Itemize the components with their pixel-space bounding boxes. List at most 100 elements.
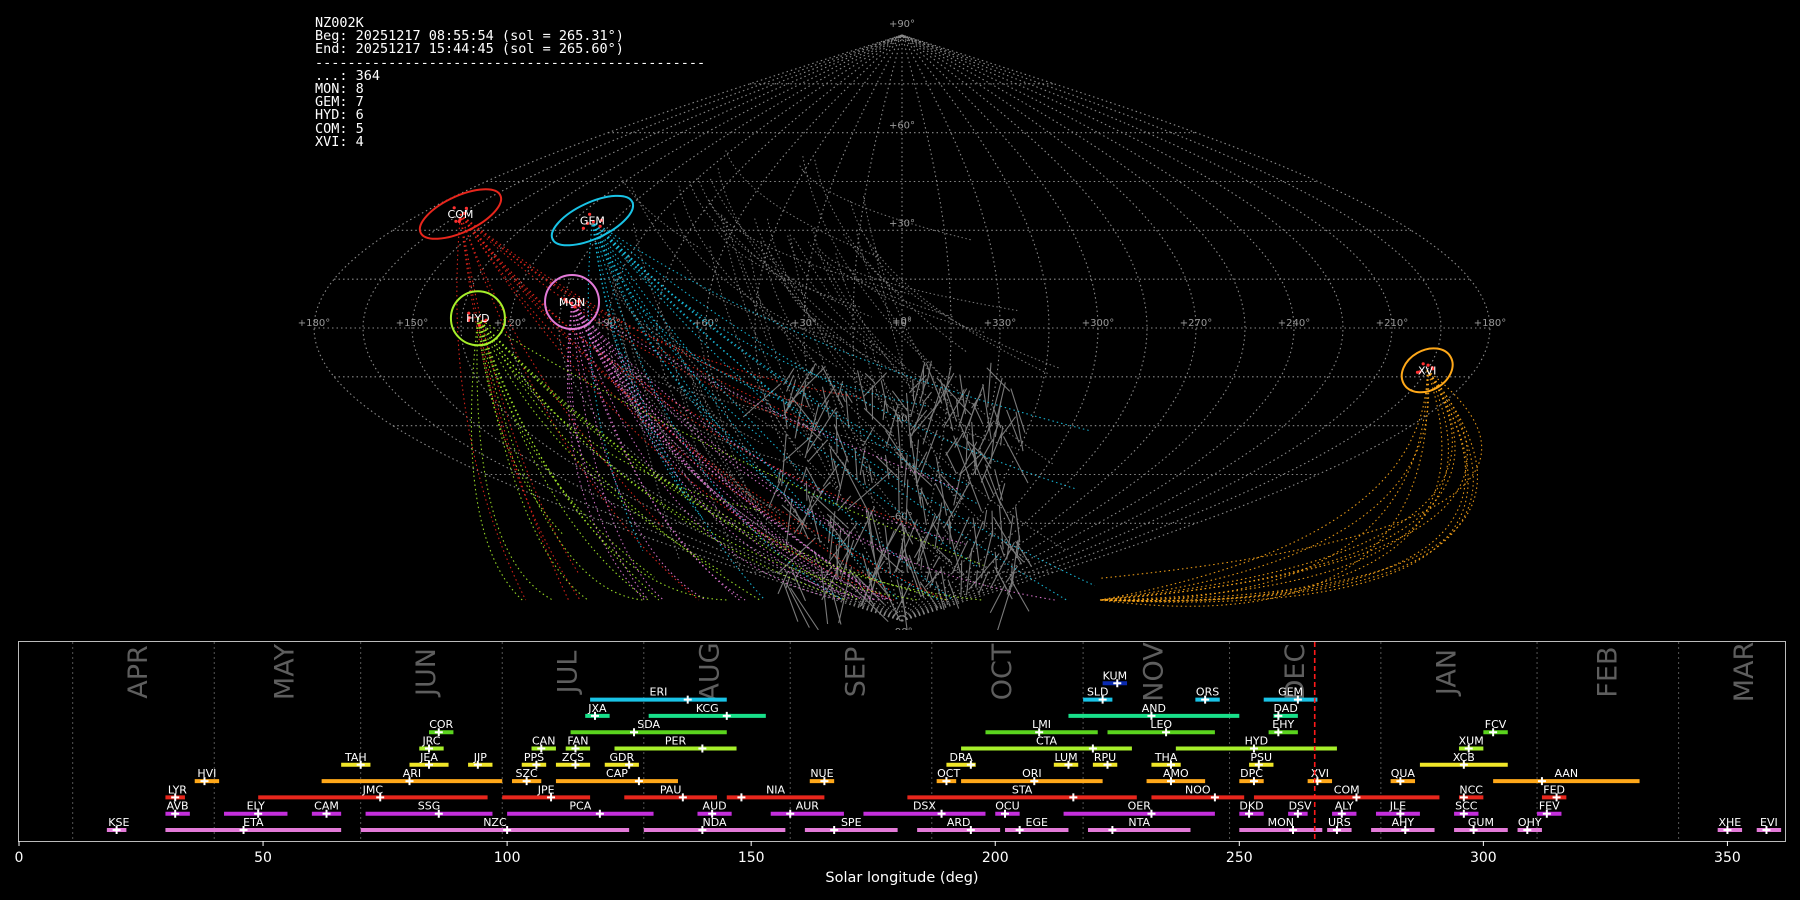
label-ssg: SSG [418, 800, 441, 813]
lat-label: -60° [891, 511, 912, 522]
x-tick-label: 100 [494, 850, 521, 866]
label-xhe: XHE [1718, 816, 1741, 829]
sporadic-arc [682, 385, 848, 601]
sporadic-track [805, 480, 808, 501]
month-label-may: MAY [270, 643, 301, 700]
label-cor: COR [429, 718, 453, 731]
label-fev: FEV [1539, 800, 1560, 813]
sporadic-arc [866, 238, 1060, 369]
peak-ege [1015, 826, 1024, 834]
label-spe: SPE [841, 816, 862, 829]
sporadic-track [997, 580, 1014, 630]
label-ahy: AHY [1392, 816, 1415, 829]
com-track [456, 214, 527, 601]
label-oct: OCT [937, 767, 960, 780]
sporadic-track [954, 516, 970, 549]
month-label-mar: MAR [1729, 642, 1760, 703]
label-and: AND [1142, 702, 1166, 715]
sporadic-track [932, 556, 941, 568]
shower-bars: KUM ERI SLD ORS GEM JXA KCG AND DAD SDA COR LMI LEO E… [106, 642, 1782, 841]
sporadic-track [934, 502, 943, 549]
sporadic-track [863, 372, 888, 397]
mon-track [571, 301, 1055, 601]
com-track [459, 214, 581, 601]
label-dpc: DPC [1240, 767, 1263, 780]
lon-label: +240° [1278, 318, 1310, 329]
label-hyd: HYD [1245, 735, 1268, 748]
label-evi: EVI [1760, 816, 1778, 829]
peak-dsx [937, 809, 946, 818]
label-zcs: ZCS [562, 751, 584, 764]
month-label-jun: JUN [411, 648, 442, 698]
x-tick-label: 0 [15, 850, 24, 866]
sporadic-track [999, 483, 1006, 500]
peak-sta [1069, 793, 1078, 802]
sporadic-track [829, 583, 842, 625]
xvi-track [1099, 369, 1468, 601]
xvi-track [1099, 369, 1474, 602]
sporadic-arc [708, 200, 910, 295]
label-fed: FED [1543, 783, 1565, 796]
xvi-track [1099, 370, 1453, 601]
xvi-track [1099, 370, 1469, 603]
peak-pca [595, 809, 604, 818]
label-gum: GUM [1468, 816, 1494, 829]
xvi-radiant-label: XVI [1418, 364, 1436, 377]
lon-label: +210° [1376, 318, 1408, 329]
sporadic-track [989, 584, 1006, 614]
sporadic-arc [760, 241, 934, 483]
sporadic-track [978, 571, 989, 594]
month-label-sep: SEP [841, 647, 872, 697]
com-track [460, 213, 800, 535]
lon-label: +330° [984, 318, 1016, 329]
sporadic-arc [689, 181, 872, 318]
label-psu: PSU [1250, 751, 1272, 764]
meteor-tracks [592, 150, 1067, 630]
lon-label: +180° [1474, 318, 1506, 329]
x-tick-label: 350 [1714, 850, 1741, 866]
peak-aur [786, 809, 795, 818]
shower-timeline-chart: APR MAY JUN JUL AUG SEP OCT NOV DEC JAN FEB MAR KUM… [15, 641, 1786, 886]
x-tick-label: 200 [982, 850, 1009, 866]
label-jxa: JXA [587, 702, 607, 715]
label-dsx: DSX [913, 800, 936, 813]
label-gdr: GDR [610, 751, 635, 764]
mon-radiant-label: MON [559, 296, 585, 309]
lon-label: +150° [396, 318, 428, 329]
label-cta: CTA [1036, 735, 1058, 748]
sporadic-track [859, 446, 866, 475]
sporadic-track [886, 524, 901, 548]
label-fcv: FCV [1485, 718, 1507, 731]
sporadic-track [994, 469, 1004, 501]
sporadic-track [915, 429, 938, 487]
label-pps: PPS [524, 751, 544, 764]
label-jrc: JRC [421, 735, 440, 748]
lat-label: +0° [892, 316, 912, 327]
sporadic-track [994, 401, 1002, 438]
label-cap: CAP [606, 767, 628, 780]
sporadic-track [1003, 436, 1029, 484]
label-xvi: XVI [1311, 767, 1329, 780]
label-aly: ALY [1335, 800, 1354, 813]
lon-label: +300° [1082, 318, 1114, 329]
sporadic-track [790, 587, 819, 630]
label-urs: URS [1328, 816, 1351, 829]
mon-track [571, 301, 707, 601]
sporadic-track [864, 372, 876, 384]
sporadic-arc [859, 370, 1017, 449]
label-sld: SLD [1087, 686, 1109, 699]
hyd-radiant-label: HYD [466, 312, 489, 325]
label-jle: JLE [1389, 800, 1406, 813]
x-tick-label: 300 [1470, 850, 1497, 866]
month-label-feb: FEB [1592, 646, 1623, 697]
peak-nta [1108, 826, 1117, 834]
label-leo: LEO [1150, 718, 1172, 731]
sporadic-track [946, 521, 961, 573]
label-qua: QUA [1391, 767, 1416, 780]
label-xcb: XCB [1453, 751, 1475, 764]
sporadic-track [1015, 411, 1024, 452]
lon-label: +90° [595, 318, 621, 329]
x-axis-label: Solar longitude (deg) [825, 870, 978, 886]
sporadic-arc [789, 234, 880, 485]
sporadic-track [862, 469, 866, 485]
